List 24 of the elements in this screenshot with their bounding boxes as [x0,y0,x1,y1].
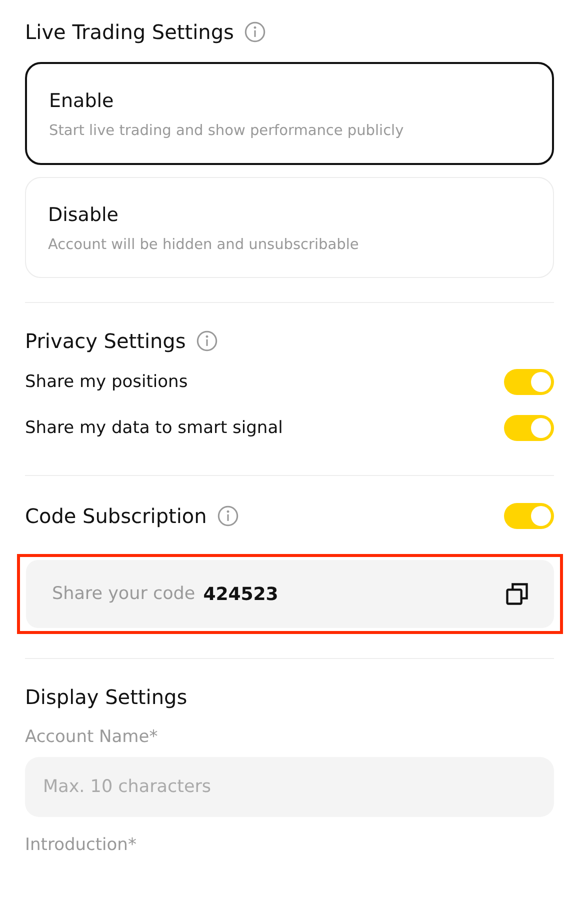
code-label: Share your code [52,584,196,604]
code-value: 424523 [203,584,278,604]
option-title: Disable [48,204,118,226]
toggle-switch[interactable] [504,503,554,529]
toggle-label: Share my data to smart signal [25,418,283,438]
copy-icon[interactable] [504,581,530,607]
toggle-switch[interactable] [504,415,554,441]
toggle-switch[interactable] [504,369,554,395]
section-title: Live Trading Settings [25,20,234,44]
option-description: Start live trading and show performance publicly [49,123,404,139]
field-label: Account Name* [25,727,158,747]
option-title: Enable [49,90,114,112]
info-icon[interactable] [216,505,239,527]
field-label: Introduction* [25,835,136,855]
section-title: Display Settings [25,685,188,709]
option-card[interactable]: Enable Start live trading and show performance publicly [25,62,554,165]
info-icon[interactable] [196,330,218,352]
input-field[interactable]: Max. 10 characters [25,757,554,817]
toggle-label: Share my positions [25,372,188,392]
option-card[interactable]: Disable Account will be hidden and unsubscribable [25,177,554,278]
option-description: Account will be hidden and unsubscribable [48,237,359,253]
section-title: Code Subscription [25,504,207,528]
info-icon[interactable] [244,21,266,43]
section-title: Privacy Settings [25,329,186,353]
